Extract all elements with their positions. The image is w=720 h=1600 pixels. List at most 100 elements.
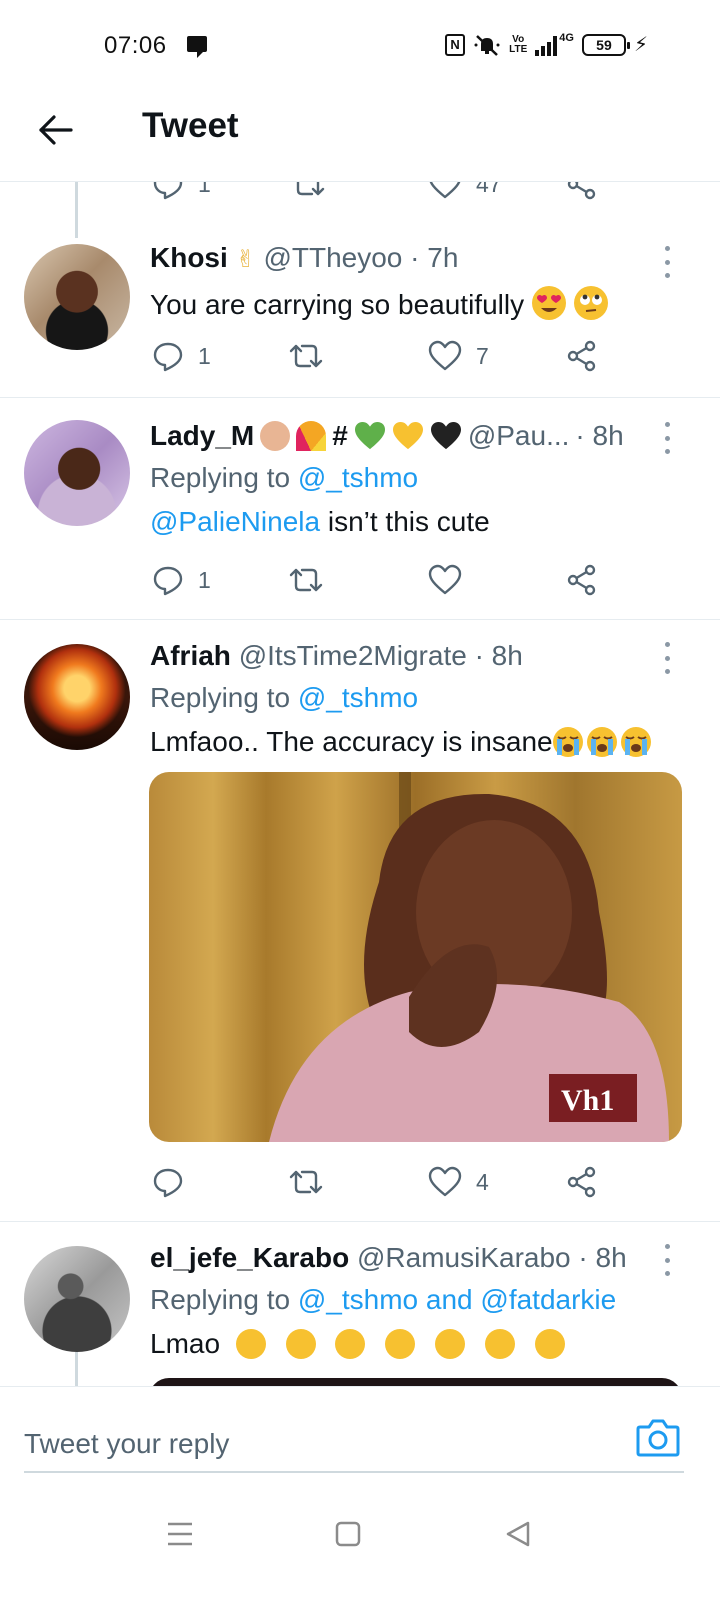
replying-prefix: Replying to bbox=[150, 682, 291, 713]
reply-count: 1 bbox=[198, 342, 211, 369]
top-bar: Tweet bbox=[0, 90, 720, 182]
tweet-text-row: You are carrying so beautifully bbox=[150, 286, 682, 323]
retweet-button[interactable] bbox=[290, 182, 326, 204]
green-heart-emoji bbox=[354, 421, 385, 450]
replying-to-link[interactable]: @_tshmo bbox=[298, 682, 418, 713]
display-name[interactable]: Khosi bbox=[150, 242, 228, 273]
tweet-media-partial[interactable] bbox=[149, 1378, 682, 1386]
back-button[interactable] bbox=[34, 108, 78, 152]
status-icons: N Vo LTE 4G 59 ⚡ bbox=[445, 32, 648, 57]
tweet-meta: Afriah @ItsTime2Migrate · 8h bbox=[150, 638, 682, 674]
display-name[interactable]: Afriah bbox=[150, 640, 231, 671]
share-button[interactable] bbox=[566, 182, 598, 204]
tweet-body: Khosi ✌ @TTheyoo · 7h You are carrying s… bbox=[150, 240, 682, 323]
tweet-text-row: Lmfaoo.. The accuracy is insane bbox=[150, 724, 682, 760]
like-button[interactable] bbox=[428, 560, 476, 600]
tears-of-joy-emoji bbox=[285, 1329, 316, 1359]
nfc-icon: N bbox=[445, 33, 466, 56]
rainbow-emoji bbox=[296, 421, 327, 451]
media-image: Vh1 bbox=[269, 772, 669, 1142]
like-button[interactable]: 7 bbox=[428, 336, 489, 376]
replying-to-link[interactable]: @_tshmo bbox=[298, 462, 418, 493]
heart-icon bbox=[428, 340, 462, 371]
black-heart-emoji bbox=[430, 421, 461, 450]
tears-of-joy-emoji bbox=[484, 1329, 515, 1359]
tweet-time: · 7h bbox=[410, 242, 459, 273]
heart-icon bbox=[428, 564, 462, 595]
tweet-khosi[interactable]: Khosi ✌ @TTheyoo · 7h You are carrying s… bbox=[0, 220, 720, 398]
share-button[interactable] bbox=[566, 1162, 598, 1202]
victory-hand-emoji: ✌ bbox=[235, 246, 256, 273]
retweet-icon bbox=[289, 344, 323, 368]
avatar[interactable] bbox=[24, 1246, 130, 1352]
reply-input[interactable] bbox=[24, 1417, 684, 1473]
share-icon bbox=[567, 340, 596, 372]
tweet-meta: Khosi ✌ @TTheyoo · 7h bbox=[150, 240, 682, 278]
retweet-icon bbox=[289, 1170, 323, 1194]
tweet-meta: Lady_M # @Pau... · 8h bbox=[150, 418, 682, 454]
camera-button[interactable] bbox=[636, 1417, 680, 1457]
heart-icon bbox=[429, 182, 461, 199]
more-options-button[interactable] bbox=[660, 642, 674, 674]
heart-eyes-emoji bbox=[531, 286, 566, 320]
reply-count: 1 bbox=[198, 566, 211, 593]
avatar[interactable] bbox=[24, 244, 130, 350]
reply-composer bbox=[0, 1386, 720, 1486]
tweet-el-jefe-karabo[interactable]: el_jefe_Karabo @RamusiKarabo · 8h Replyi… bbox=[0, 1222, 720, 1386]
replying-to: Replying to @_tshmo and @fatdarkie bbox=[150, 1282, 682, 1318]
tweet-time: · 8h bbox=[578, 1242, 627, 1273]
tweet-afriah[interactable]: Afriah @ItsTime2Migrate · 8h Replying to… bbox=[0, 620, 720, 1222]
retweet-button[interactable] bbox=[288, 336, 338, 376]
media-logo: Vh1 bbox=[561, 1084, 614, 1117]
status-bar: 07:06 N Vo LTE 4G 59 ⚡ bbox=[0, 0, 720, 90]
like-count: 4 bbox=[476, 1168, 489, 1195]
tweet-feed[interactable]: 1 47 Khosi ✌ @TTheyoo · 7h You are carry… bbox=[0, 182, 720, 1386]
avatar[interactable] bbox=[24, 420, 130, 526]
share-button[interactable] bbox=[566, 336, 598, 376]
tweet-text-row: @PalieNinela isn’t this cute bbox=[150, 504, 682, 540]
like-button[interactable]: 4 bbox=[428, 1162, 489, 1202]
replying-to: Replying to @_tshmo bbox=[150, 460, 682, 496]
retweet-button[interactable] bbox=[288, 560, 338, 600]
previous-tweet-actions: 1 47 bbox=[0, 182, 720, 200]
mention-link[interactable]: @PalieNinela bbox=[150, 506, 320, 537]
tweet-lady-m[interactable]: Lady_M # @Pau... · 8h Replying to @_tshm… bbox=[0, 398, 720, 620]
share-icon bbox=[567, 1166, 596, 1198]
tweet-text: Lmfaoo.. The accuracy is insane bbox=[150, 726, 553, 757]
recent-apps-button[interactable] bbox=[160, 1514, 200, 1554]
system-back-button[interactable] bbox=[498, 1514, 538, 1554]
display-name[interactable]: Lady_M bbox=[150, 418, 254, 454]
reply-button[interactable]: 1 bbox=[152, 182, 211, 204]
replying-prefix: Replying to bbox=[150, 462, 291, 493]
reply-button[interactable]: 1 bbox=[152, 336, 211, 376]
tweet-actions: 1 bbox=[150, 560, 620, 600]
tweet-body: Afriah @ItsTime2Migrate · 8h Replying to… bbox=[150, 638, 682, 760]
reply-button[interactable] bbox=[152, 1162, 198, 1202]
retweet-button[interactable] bbox=[288, 1162, 338, 1202]
like-count: 7 bbox=[476, 342, 489, 369]
tweet-text: Lmao bbox=[150, 1328, 221, 1359]
battery-icon: 59 bbox=[581, 33, 630, 56]
share-icon bbox=[567, 564, 596, 596]
like-button[interactable]: 47 bbox=[428, 182, 502, 204]
tears-of-joy-emoji bbox=[534, 1329, 565, 1359]
avatar[interactable] bbox=[24, 644, 130, 750]
reply-bubble-icon bbox=[153, 342, 183, 372]
replying-prefix: Replying to bbox=[150, 1284, 291, 1315]
display-name[interactable]: el_jefe_Karabo bbox=[150, 1242, 349, 1273]
message-notification-icon bbox=[187, 36, 207, 58]
home-button[interactable] bbox=[328, 1514, 368, 1554]
yellow-heart-emoji bbox=[392, 421, 423, 450]
triangle-back-icon bbox=[506, 1521, 530, 1547]
more-options-button[interactable] bbox=[660, 422, 674, 454]
reply-button[interactable]: 1 bbox=[152, 560, 211, 600]
tweet-text-row: Lmao bbox=[150, 1326, 682, 1362]
share-button[interactable] bbox=[566, 560, 598, 600]
more-options-button[interactable] bbox=[660, 246, 674, 278]
network-type: 4G bbox=[559, 31, 574, 44]
tweet-time: · 8h bbox=[474, 640, 523, 671]
replying-to-link[interactable]: @_tshmo and @fatdarkie bbox=[298, 1284, 616, 1315]
more-options-button[interactable] bbox=[660, 1244, 674, 1276]
user-handle: @RamusiKarabo bbox=[357, 1242, 571, 1273]
tweet-media-gif[interactable]: Vh1 bbox=[149, 772, 682, 1142]
